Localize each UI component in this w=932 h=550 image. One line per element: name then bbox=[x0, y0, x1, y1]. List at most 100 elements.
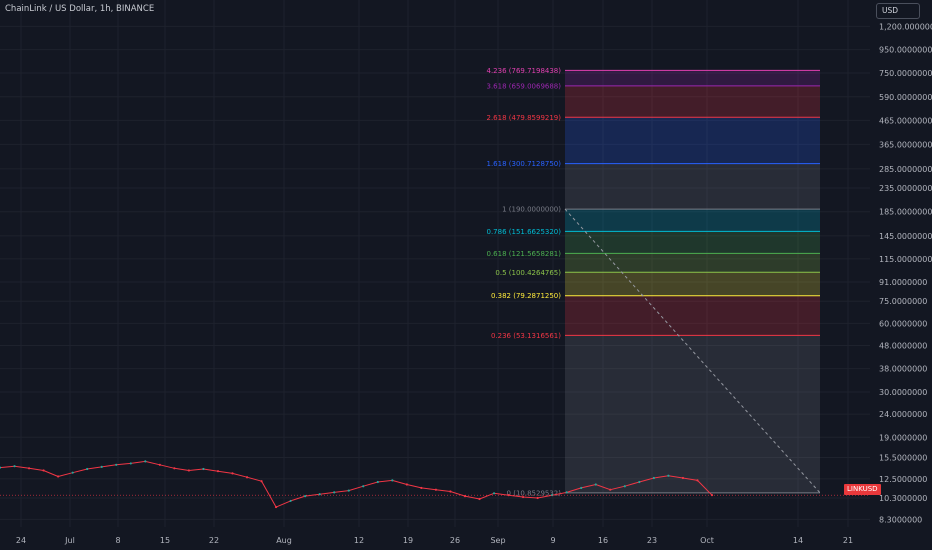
price-point bbox=[27, 467, 31, 470]
price-point bbox=[274, 505, 278, 509]
fib-level-label: 1 (190.0000000) bbox=[502, 206, 561, 214]
x-tick-label: 24 bbox=[16, 536, 26, 545]
price-point bbox=[42, 469, 45, 472]
symbol-badge: LINKUSD bbox=[844, 484, 881, 495]
y-tick-label: 950.0000000 bbox=[879, 46, 932, 55]
fib-zone bbox=[565, 231, 820, 254]
price-point bbox=[580, 486, 583, 490]
y-tick-label: 590.0000000 bbox=[879, 93, 932, 102]
price-point bbox=[173, 467, 176, 470]
price-point bbox=[420, 486, 423, 490]
x-tick-label: 14 bbox=[793, 536, 803, 545]
price-chart[interactable]: 4.236 (769.7198438) 3.618 (659.0069688) 2.… bbox=[0, 0, 932, 550]
x-tick-label: 8 bbox=[115, 536, 120, 545]
price-point bbox=[434, 488, 438, 491]
fib-zone bbox=[565, 117, 820, 164]
chart-title: ChainLink / US Dollar, 1h, BINANCE bbox=[5, 4, 155, 14]
price-point bbox=[696, 479, 699, 482]
fib-level-label: 2.618 (479.8599219) bbox=[487, 114, 562, 122]
y-tick-label: 48.0000000 bbox=[879, 341, 927, 350]
y-tick-label: 10.3000000 bbox=[879, 494, 927, 503]
price-point bbox=[522, 495, 525, 499]
price-point bbox=[391, 479, 394, 482]
price-point bbox=[623, 485, 626, 488]
x-tick-label: 23 bbox=[647, 536, 657, 545]
price-point bbox=[158, 463, 161, 466]
y-tick-label: 115.0000000 bbox=[879, 255, 932, 264]
price-point bbox=[71, 471, 74, 474]
y-tick-label: 185.0000000 bbox=[879, 208, 932, 217]
price-point bbox=[202, 467, 205, 471]
fib-level-label: 0.382 (79.2871250) bbox=[491, 292, 561, 300]
price-point bbox=[57, 475, 60, 478]
x-tick-label: 21 bbox=[843, 536, 853, 545]
y-tick-label: 365.0000000 bbox=[879, 140, 932, 149]
y-tick-label: 24.0000000 bbox=[879, 410, 927, 419]
price-point bbox=[376, 480, 379, 484]
time-axis[interactable]: 24 Jul 8 15 22 Aug 12 19 26 Sep 9 16 23 Oct 14 21 bbox=[16, 536, 853, 545]
price-point bbox=[609, 488, 612, 491]
price-point bbox=[115, 463, 118, 466]
currency-button[interactable]: USD bbox=[876, 3, 920, 19]
x-tick-label: 15 bbox=[160, 536, 170, 545]
y-tick-label: 12.5000000 bbox=[879, 475, 927, 484]
x-tick-label: 9 bbox=[550, 536, 555, 545]
price-point bbox=[638, 480, 641, 484]
price-point bbox=[362, 485, 365, 488]
price-point bbox=[0, 466, 2, 469]
price-axis[interactable]: 1,200.0000000 950.0000000 750.0000000 590.0… bbox=[879, 22, 932, 524]
x-tick-label: 12 bbox=[354, 536, 364, 545]
y-tick-label: 145.0000000 bbox=[879, 232, 932, 241]
price-point bbox=[100, 465, 103, 468]
fib-zone bbox=[565, 272, 820, 296]
fib-zone bbox=[565, 163, 820, 210]
price-point bbox=[449, 490, 452, 493]
x-tick-label: Sep bbox=[490, 536, 505, 545]
fib-level-label: 4.236 (769.7198438) bbox=[487, 67, 562, 75]
price-point bbox=[667, 474, 670, 477]
fib-zone bbox=[565, 335, 820, 493]
price-point bbox=[245, 476, 249, 479]
x-tick-label: Oct bbox=[700, 536, 714, 545]
price-point bbox=[260, 480, 263, 483]
price-point bbox=[333, 491, 336, 494]
price-point bbox=[13, 465, 16, 468]
y-tick-label: 91.0000000 bbox=[879, 278, 927, 287]
y-tick-label: 465.0000000 bbox=[879, 116, 932, 125]
fib-level-label: 0.786 (151.6625320) bbox=[487, 228, 562, 236]
price-point bbox=[478, 497, 481, 501]
fib-zone bbox=[565, 295, 820, 336]
fib-level-label: 1.618 (300.7128750) bbox=[487, 160, 562, 168]
x-tick-label: Jul bbox=[64, 536, 75, 545]
price-point bbox=[86, 467, 89, 471]
y-tick-label: 60.0000000 bbox=[879, 319, 927, 328]
price-point bbox=[652, 476, 655, 480]
x-tick-label: 19 bbox=[403, 536, 413, 545]
fib-zone bbox=[565, 253, 820, 273]
fib-level-label: 0.236 (53.1316561) bbox=[491, 332, 561, 340]
price-point bbox=[187, 469, 190, 472]
y-tick-label: 15.5000000 bbox=[879, 453, 927, 462]
x-tick-label: 16 bbox=[598, 536, 608, 545]
x-tick-label: 22 bbox=[209, 536, 219, 545]
fib-zone bbox=[565, 209, 820, 232]
y-tick-label: 19.0000000 bbox=[879, 433, 927, 442]
price-point bbox=[304, 494, 307, 498]
price-point bbox=[129, 462, 132, 465]
price-point bbox=[536, 496, 539, 500]
price-point bbox=[289, 499, 292, 503]
price-point bbox=[681, 476, 685, 480]
y-tick-label: 8.3000000 bbox=[879, 515, 922, 524]
chart-container[interactable]: 4.236 (769.7198438) 3.618 (659.0069688) 2.… bbox=[0, 0, 932, 550]
y-tick-label: 750.0000000 bbox=[879, 69, 932, 78]
price-point bbox=[565, 491, 568, 494]
fib-level-label: 3.618 (659.0069688) bbox=[487, 82, 562, 90]
price-point bbox=[231, 472, 234, 475]
x-tick-label: 26 bbox=[450, 536, 460, 545]
price-point bbox=[144, 460, 147, 463]
fib-level-label: 0.618 (121.5658281) bbox=[487, 250, 562, 258]
y-tick-label: 1,200.0000000 bbox=[879, 22, 932, 31]
y-tick-label: 75.0000000 bbox=[879, 297, 927, 306]
y-tick-label: 235.0000000 bbox=[879, 184, 932, 193]
y-tick-label: 285.0000000 bbox=[879, 165, 932, 174]
